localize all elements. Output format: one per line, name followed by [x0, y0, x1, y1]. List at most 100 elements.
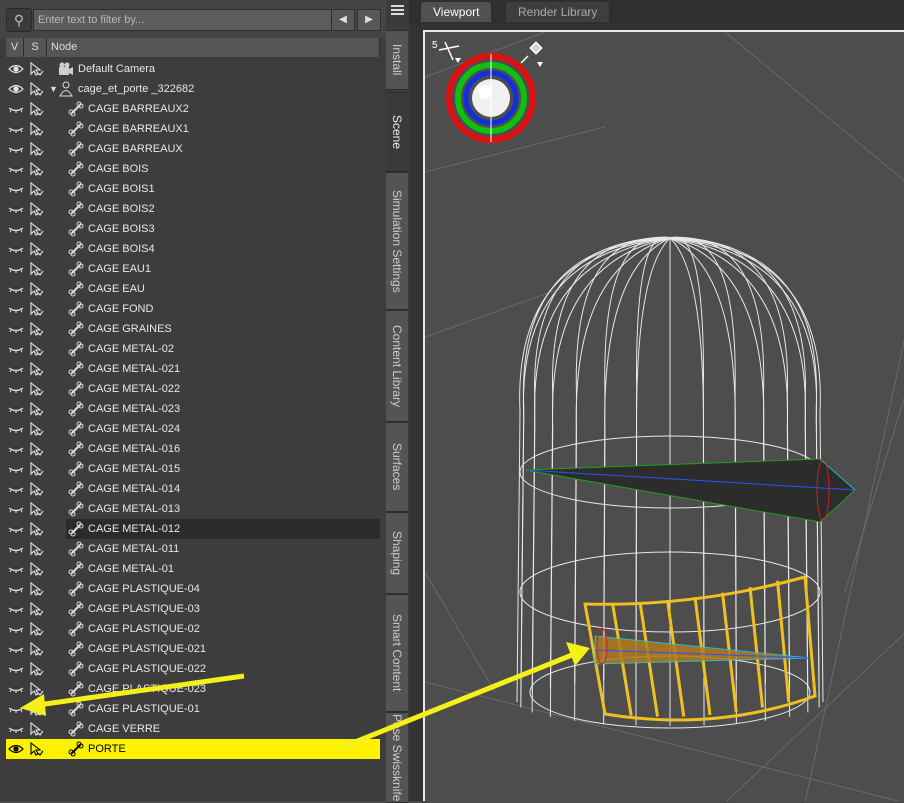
node-label: CAGE PLASTIQUE-01	[88, 703, 200, 715]
node-label: CAGE PLASTIQUE-02	[88, 623, 200, 635]
bone-icon	[68, 261, 84, 277]
pin-pose-tool-icon[interactable]	[520, 41, 543, 67]
node-row[interactable]: CAGE BARREAUX2	[6, 99, 380, 119]
side-tab-label: Install	[390, 44, 404, 76]
bone-icon	[68, 641, 84, 657]
node-row[interactable]: CAGE METAL-022	[6, 379, 380, 399]
node-label: CAGE METAL-02	[88, 343, 174, 355]
side-tab-label: Surfaces	[390, 443, 404, 491]
bone-icon	[68, 701, 84, 717]
node-row[interactable]: CAGE BOIS4	[6, 239, 380, 259]
camera-icon	[58, 61, 74, 77]
side-tab-shaping[interactable]: Shaping	[386, 512, 408, 594]
node-row[interactable]: CAGE GRAINES	[6, 319, 380, 339]
node-row[interactable]: CAGE PLASTIQUE-01	[6, 699, 380, 719]
side-tab-content-library[interactable]: Content Library	[386, 310, 408, 422]
node-row[interactable]: CAGE EAU1	[6, 259, 380, 279]
node-row[interactable]: CAGE BARREAUX	[6, 139, 380, 159]
camera-navigation-icon[interactable]	[438, 41, 461, 63]
node-row[interactable]: CAGE METAL-013	[6, 499, 380, 519]
node-row[interactable]: CAGE PLASTIQUE-02	[6, 619, 380, 639]
node-row[interactable]: CAGE METAL-012	[6, 519, 380, 539]
node-row[interactable]: CAGE BOIS1	[6, 179, 380, 199]
node-column-header[interactable]: Node	[47, 38, 380, 57]
node-row[interactable]: CAGE PLASTIQUE-021	[6, 639, 380, 659]
next-match-button[interactable]: ▶	[357, 9, 381, 31]
node-label: CAGE EAU1	[88, 263, 151, 275]
column-header: V S Node	[6, 38, 380, 57]
node-label: Default Camera	[78, 63, 156, 75]
node-row[interactable]: CAGE PLASTIQUE-04	[6, 579, 380, 599]
view-control-orb[interactable]	[446, 53, 536, 143]
node-row[interactable]: CAGE FOND	[6, 299, 380, 319]
side-tab-label: Simulation Settings	[390, 189, 404, 293]
expand-toggle-icon[interactable]: ▼	[49, 81, 58, 97]
node-row[interactable]: CAGE METAL-015	[6, 459, 380, 479]
previous-match-button[interactable]: ◀	[331, 9, 355, 31]
node-label: CAGE GRAINES	[88, 323, 172, 335]
3d-viewport[interactable]: 5	[423, 30, 904, 801]
node-row[interactable]: CAGE BOIS3	[6, 219, 380, 239]
node-label: CAGE BOIS4	[88, 243, 155, 255]
viewport-canvas[interactable]	[425, 32, 904, 801]
bone-icon	[68, 481, 84, 497]
scene-panel: ⚲ ◀ ▶ V S Node Default Camera ▼ cage_et_po…	[0, 0, 386, 801]
node-row[interactable]: CAGE METAL-016	[6, 439, 380, 459]
side-tab-label: Smart Content	[390, 614, 404, 692]
side-tab-pose-swissknife[interactable]: Pose Swissknife	[386, 712, 408, 803]
visibility-column-header[interactable]: V	[6, 38, 24, 57]
node-row[interactable]: CAGE METAL-01	[6, 559, 380, 579]
side-tab-surfaces[interactable]: Surfaces	[386, 422, 408, 512]
selectable-cursor-icon[interactable]	[28, 741, 44, 762]
bone-icon	[68, 521, 84, 537]
bone-icon	[68, 381, 84, 397]
search-icon[interactable]: ⚲	[6, 8, 32, 32]
node-label: CAGE PLASTIQUE-022	[88, 663, 206, 675]
bone-icon	[68, 721, 84, 737]
bone-icon	[68, 601, 84, 617]
node-row[interactable]: CAGE BOIS2	[6, 199, 380, 219]
node-row[interactable]: CAGE METAL-021	[6, 359, 380, 379]
node-row[interactable]: CAGE METAL-024	[6, 419, 380, 439]
node-label: CAGE METAL-015	[88, 463, 181, 475]
tab-render-library[interactable]: Render Library	[506, 2, 610, 22]
bone-icon	[68, 241, 84, 257]
node-row[interactable]: Default Camera	[6, 59, 380, 79]
node-row[interactable]: CAGE EAU	[6, 279, 380, 299]
node-label: CAGE BOIS2	[88, 203, 155, 215]
bone-icon	[68, 541, 84, 557]
node-row[interactable]: CAGE VERRE	[6, 719, 380, 739]
node-row[interactable]: PORTE	[6, 739, 380, 759]
node-label: CAGE PLASTIQUE-023	[88, 683, 206, 695]
node-row[interactable]: CAGE METAL-02	[6, 339, 380, 359]
filter-input[interactable]	[33, 9, 333, 31]
viewport-panel: Viewport Render Library 5	[409, 0, 904, 801]
node-row[interactable]: CAGE METAL-014	[6, 479, 380, 499]
side-tab-install[interactable]: Install	[386, 30, 408, 90]
node-row[interactable]: CAGE METAL-011	[6, 539, 380, 559]
node-row[interactable]: CAGE PLASTIQUE-023	[6, 679, 380, 699]
side-tab-simulation-settings[interactable]: Simulation Settings	[386, 172, 408, 310]
node-row[interactable]: CAGE PLASTIQUE-022	[6, 659, 380, 679]
node-label: cage_et_porte _322682	[78, 83, 195, 95]
selectable-column-header[interactable]: S	[24, 38, 47, 57]
bone-icon	[68, 581, 84, 597]
side-tab-scene[interactable]: Scene	[386, 92, 408, 172]
node-row[interactable]: CAGE METAL-023	[6, 399, 380, 419]
bone-icon	[68, 301, 84, 317]
node-label: CAGE PLASTIQUE-04	[88, 583, 200, 595]
eye-open-icon[interactable]	[8, 741, 24, 763]
bone-icon	[68, 501, 84, 517]
node-row[interactable]: CAGE BOIS	[6, 159, 380, 179]
node-row[interactable]: CAGE PLASTIQUE-03	[6, 599, 380, 619]
node-row[interactable]: CAGE BARREAUX1	[6, 119, 380, 139]
node-label: CAGE METAL-024	[88, 423, 181, 435]
bone-icon	[68, 141, 84, 157]
tab-viewport[interactable]: Viewport	[421, 2, 492, 22]
bone-icon	[68, 661, 84, 677]
bone-icon	[68, 441, 84, 457]
pane-menu-icon[interactable]	[390, 3, 405, 17]
bone-icon	[68, 561, 84, 577]
node-row[interactable]: ▼ cage_et_porte _322682	[6, 79, 380, 99]
side-tab-smart-content[interactable]: Smart Content	[386, 594, 408, 712]
